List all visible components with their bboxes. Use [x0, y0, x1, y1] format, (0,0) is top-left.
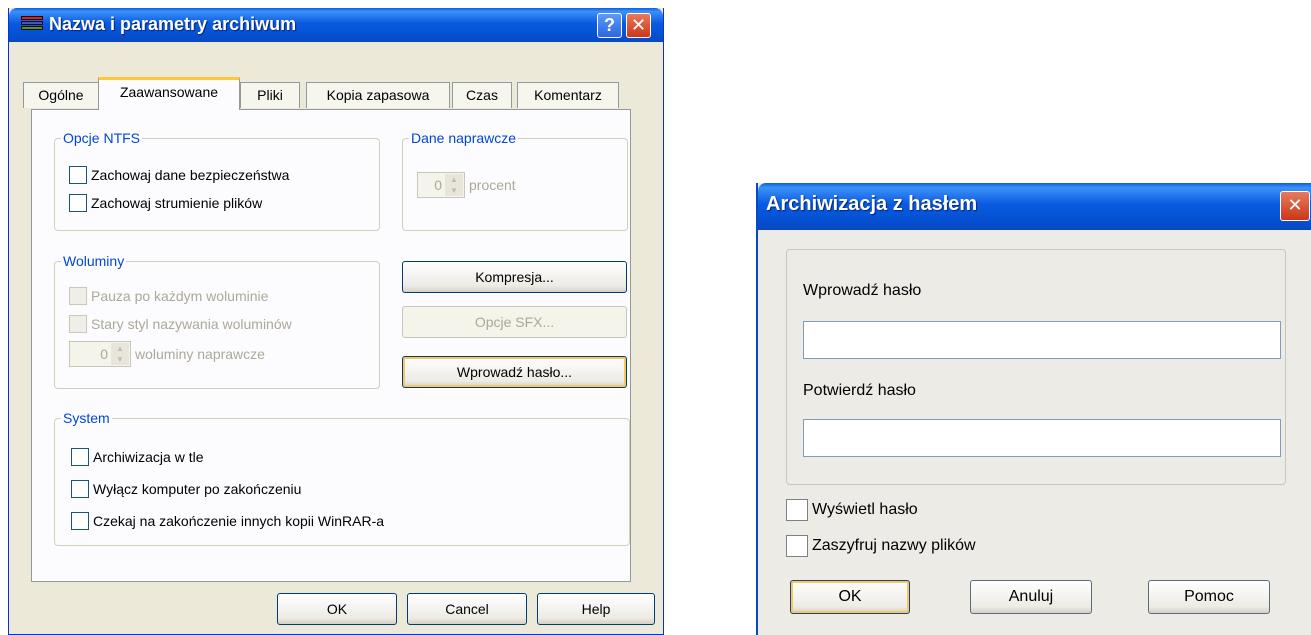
- encrypt-names-checkbox[interactable]: [786, 535, 808, 557]
- wait-winrar-checkbox[interactable]: [71, 512, 89, 530]
- password-cancel-button[interactable]: Anuluj: [970, 580, 1092, 614]
- tab-backup[interactable]: Kopia zapasowa: [306, 82, 450, 108]
- compression-button[interactable]: Kompresja...: [402, 261, 627, 293]
- recovery-spinner[interactable]: 0 ▲ ▼: [417, 172, 465, 198]
- volumes-oldstyle-checkbox[interactable]: [69, 315, 87, 333]
- ntfs-streams-checkbox[interactable]: [69, 194, 87, 212]
- tab-files[interactable]: Pliki: [240, 82, 300, 108]
- sfx-options-button[interactable]: Opcje SFX...: [402, 306, 627, 338]
- ntfs-group: Opcje NTFS Zachowaj dane bezpieczeństwa …: [54, 130, 380, 231]
- volumes-oldstyle-label: Stary styl nazywania woluminów: [91, 316, 292, 332]
- ntfs-legend: Opcje NTFS: [63, 130, 141, 146]
- encrypt-names-option[interactable]: Zaszyfruj nazwy plików: [786, 535, 976, 557]
- main-titlebar[interactable]: Nazwa i parametry archiwum ? ✕: [9, 8, 663, 42]
- background-archiving-checkbox[interactable]: [71, 448, 89, 466]
- volumes-oldstyle-option[interactable]: Stary styl nazywania woluminów: [69, 315, 292, 333]
- volumes-recovery-row: 0 ▲ ▼ woluminy naprawcze: [69, 341, 265, 367]
- password-window: Archiwizacja z hasłem ✕ Wprowadź hasło P…: [756, 183, 1311, 635]
- volumes-recovery-value: 0: [100, 346, 108, 362]
- help-icon[interactable]: ?: [597, 13, 622, 38]
- show-password-label: Wyświetl hasło: [812, 501, 918, 518]
- archive-params-window: Nazwa i parametry archiwum ? ✕ Ogólne Za…: [8, 8, 664, 635]
- tab-advanced[interactable]: Zaawansowane: [98, 77, 240, 110]
- background-archiving-option[interactable]: Archiwizacja w tle: [71, 448, 203, 466]
- background-archiving-label: Archiwizacja w tle: [93, 449, 204, 465]
- shutdown-checkbox[interactable]: [71, 480, 89, 498]
- ok-button[interactable]: OK: [277, 593, 397, 625]
- system-legend: System: [63, 410, 110, 426]
- shutdown-option[interactable]: Wyłącz komputer po zakończeniu: [71, 480, 301, 498]
- tab-time[interactable]: Czas: [452, 82, 512, 108]
- ntfs-streams-label: Zachowaj strumienie plików: [91, 195, 263, 211]
- password-window-title: Archiwizacja z hasłem: [766, 193, 978, 215]
- encrypt-names-label: Zaszyfruj nazwy plików: [812, 537, 976, 554]
- system-group: System Archiwizacja w tle Wyłącz kompute…: [54, 410, 630, 546]
- password-input[interactable]: [803, 321, 1281, 359]
- recovery-group: Dane naprawcze 0 ▲ ▼ procent: [402, 130, 628, 231]
- recovery-unit: procent: [469, 177, 516, 193]
- show-password-option[interactable]: Wyświetl hasło: [786, 499, 918, 521]
- volumes-pause-checkbox[interactable]: [69, 287, 87, 305]
- wait-winrar-label: Czekaj na zakończenie innych kopii WinRA…: [93, 513, 385, 529]
- show-password-checkbox[interactable]: [786, 499, 808, 521]
- password-titlebar[interactable]: Archiwizacja z hasłem ✕: [758, 183, 1311, 230]
- spin-arrows-icon[interactable]: ▲ ▼: [111, 343, 129, 365]
- close-icon[interactable]: ✕: [1280, 191, 1310, 221]
- recovery-value: 0: [434, 177, 442, 193]
- winrar-icon: [21, 16, 43, 35]
- shutdown-label: Wyłącz komputer po zakończeniu: [93, 481, 302, 497]
- volumes-group: Woluminy Pauza po każdym woluminie Stary…: [54, 253, 380, 389]
- wait-winrar-option[interactable]: Czekaj na zakończenie innych kopii WinRA…: [71, 512, 384, 530]
- window-title: Nazwa i parametry archiwum: [49, 14, 297, 34]
- help-button[interactable]: Help: [537, 593, 655, 625]
- ntfs-streams-option[interactable]: Zachowaj strumienie plików: [69, 194, 262, 212]
- volumes-legend: Woluminy: [63, 253, 125, 269]
- tab-general[interactable]: Ogólne: [23, 82, 99, 108]
- cancel-button[interactable]: Cancel: [407, 593, 527, 625]
- enter-password-button[interactable]: Wprowadź hasło...: [402, 356, 627, 388]
- volumes-pause-option[interactable]: Pauza po każdym woluminie: [69, 287, 268, 305]
- volumes-pause-label: Pauza po każdym woluminie: [91, 288, 269, 304]
- close-icon[interactable]: ✕: [626, 13, 651, 38]
- recovery-legend: Dane naprawcze: [411, 130, 517, 146]
- ntfs-security-option[interactable]: Zachowaj dane bezpieczeństwa: [69, 166, 289, 184]
- password-ok-button[interactable]: OK: [790, 580, 910, 614]
- tab-comment[interactable]: Komentarz: [517, 82, 619, 108]
- volumes-recovery-spinner[interactable]: 0 ▲ ▼: [69, 341, 131, 367]
- volumes-recovery-label: woluminy naprawcze: [135, 346, 265, 362]
- enter-password-label: Wprowadź hasło: [803, 282, 922, 299]
- advanced-tab-panel: Opcje NTFS Zachowaj dane bezpieczeństwa …: [31, 109, 631, 582]
- confirm-password-input[interactable]: [803, 419, 1281, 457]
- password-fields-group: Wprowadź hasło Potwierdź hasło: [786, 249, 1286, 485]
- recovery-spinner-row: 0 ▲ ▼ procent: [417, 172, 516, 198]
- ntfs-security-checkbox[interactable]: [69, 166, 87, 184]
- password-help-button[interactable]: Pomoc: [1148, 580, 1270, 614]
- ntfs-security-label: Zachowaj dane bezpieczeństwa: [91, 167, 290, 183]
- confirm-password-label: Potwierdź hasło: [803, 382, 916, 399]
- spin-arrows-icon[interactable]: ▲ ▼: [445, 174, 463, 196]
